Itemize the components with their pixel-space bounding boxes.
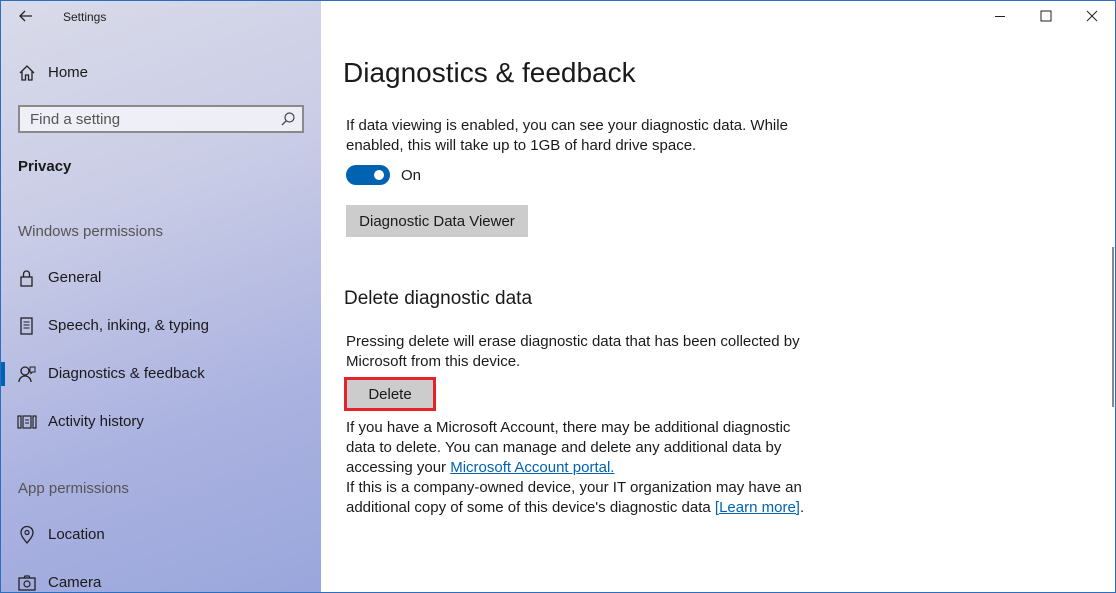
home-icon — [17, 63, 37, 83]
sidebar-item-location[interactable]: Location — [1, 515, 321, 555]
activity-icon — [17, 412, 37, 432]
sidebar-item-label: Home — [48, 64, 89, 81]
sidebar-item-diagnostics[interactable]: Diagnostics & feedback — [1, 354, 321, 394]
sidebar-item-activity-history[interactable]: Activity history — [1, 402, 321, 442]
diagnostic-data-viewer-button[interactable]: Diagnostic Data Viewer — [346, 205, 528, 237]
sidebar-item-label: Location — [48, 526, 105, 543]
main-content: Diagnostics & feedback If data viewing i… — [321, 1, 1115, 592]
speech-icon — [17, 316, 37, 336]
close-icon — [1086, 10, 1098, 22]
feedback-icon — [17, 364, 37, 384]
company-paragraph: If this is a company-owned device, your … — [346, 478, 806, 518]
sidebar-item-speech[interactable]: Speech, inking, & typing — [1, 306, 321, 346]
group-heading-app-permissions: App permissions — [18, 480, 129, 497]
app-title: Settings — [63, 10, 107, 24]
minimize-icon — [995, 16, 1005, 17]
sidebar-item-label: Speech, inking, & typing — [48, 317, 209, 334]
delete-description: Pressing delete will erase diagnostic da… — [346, 333, 800, 370]
minimize-button[interactable] — [977, 1, 1023, 33]
search-field[interactable] — [18, 105, 304, 133]
sidebar-item-general[interactable]: General — [1, 258, 321, 298]
group-heading-windows-permissions: Windows permissions — [18, 223, 164, 240]
lock-icon — [17, 268, 37, 288]
delete-section-heading: Delete diagnostic data — [344, 288, 533, 309]
search-icon[interactable] — [280, 111, 296, 127]
viewing-description: If data viewing is enabled, you can see … — [346, 117, 788, 154]
close-button[interactable] — [1069, 1, 1115, 33]
sidebar-item-camera[interactable]: Camera — [1, 563, 321, 592]
back-arrow-icon[interactable] — [16, 5, 36, 27]
active-indicator — [1, 362, 5, 386]
sidebar-item-label: Camera — [48, 574, 102, 591]
toggle-knob — [374, 170, 384, 180]
delete-button[interactable]: Delete — [347, 380, 433, 408]
toggle-state-label: On — [401, 167, 422, 184]
learn-more-suffix: . — [799, 499, 805, 516]
microsoft-account-portal-link[interactable]: Microsoft Account portal. — [450, 459, 614, 476]
data-viewing-toggle[interactable] — [346, 165, 390, 185]
sidebar: Settings Home Privacy Windows permission… — [1, 1, 321, 592]
scrollbar[interactable] — [1112, 247, 1114, 407]
sidebar-item-label: Activity history — [48, 413, 144, 430]
account-paragraph: If you have a Microsoft Account, there m… — [346, 418, 806, 478]
maximize-button[interactable] — [1023, 1, 1069, 33]
title-bar: Settings — [1, 1, 321, 35]
location-icon — [17, 525, 37, 545]
page-title: Diagnostics & feedback — [343, 57, 636, 88]
camera-icon — [17, 573, 37, 592]
section-heading-privacy: Privacy — [18, 158, 72, 175]
maximize-icon — [1040, 10, 1052, 22]
sidebar-item-home[interactable]: Home — [1, 53, 321, 93]
sidebar-item-label: General — [48, 269, 102, 286]
search-input[interactable] — [20, 107, 280, 131]
settings-window: Settings Home Privacy Windows permission… — [0, 0, 1116, 593]
sidebar-item-label: Diagnostics & feedback — [48, 365, 205, 382]
learn-more-link[interactable]: [Learn more] — [715, 499, 800, 516]
